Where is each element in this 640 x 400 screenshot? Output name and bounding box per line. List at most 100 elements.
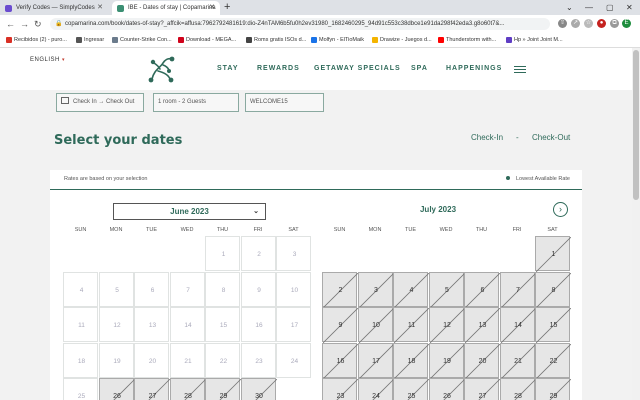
calendar-day-unavailable: 3 — [357, 271, 394, 308]
calendar-day[interactable]: 25 — [63, 378, 98, 400]
weekday-label: TUE — [405, 227, 416, 233]
calendar-day[interactable]: 14 — [169, 307, 205, 342]
day-number: 21 — [514, 357, 522, 365]
close-tab-icon[interactable]: ✕ — [97, 1, 103, 15]
calendar-day[interactable]: 17 — [276, 307, 311, 342]
day-number: 20 — [148, 357, 157, 365]
day-number: 27 — [478, 393, 487, 400]
extension-badge-icon[interactable]: ● — [597, 19, 606, 28]
bookmark-item[interactable]: Ingresar — [76, 33, 104, 48]
language-selector[interactable]: ENGLISH ▾ — [30, 57, 65, 63]
calendar-day-unavailable: 10 — [357, 307, 394, 343]
calendar-day-unavailable: 1 — [535, 236, 571, 272]
bookmark-item[interactable]: Roms gratis ISOs d... — [246, 33, 306, 48]
copamarina-favicon-icon — [117, 5, 124, 12]
calendar-day[interactable]: 3 — [276, 236, 311, 271]
calendar-day[interactable]: 9 — [240, 271, 276, 307]
nav-rewards[interactable]: REWARDS — [257, 65, 300, 72]
tab-title: Verify Codes — SimplyCodes — [16, 5, 95, 11]
day-number: 14 — [184, 322, 192, 329]
calendar-day[interactable]: 18 — [63, 342, 98, 378]
calendar-day[interactable]: 12 — [98, 307, 134, 342]
calendar-day[interactable]: 21 — [169, 342, 205, 378]
bookmark-item[interactable]: Molfyn - ElTioMaik — [311, 33, 364, 48]
lock-icon: 🔒 — [55, 21, 63, 27]
minimize-icon[interactable]: — — [585, 0, 593, 15]
calendar-day[interactable]: 13 — [134, 307, 169, 342]
nav-stay[interactable]: STAY — [217, 65, 239, 72]
day-number: 1 — [221, 251, 226, 258]
calendar-day[interactable]: 10 — [276, 271, 311, 307]
day-number: 7 — [516, 286, 520, 294]
calendar-day[interactable]: 2 — [240, 236, 276, 271]
calendar-day[interactable]: 11 — [63, 307, 98, 342]
calendar-day[interactable]: 22 — [205, 342, 240, 378]
forward-icon[interactable]: → — [20, 15, 29, 33]
day-number: 26 — [443, 393, 451, 400]
share-icon[interactable]: ↗ — [571, 19, 580, 28]
profile-avatar-icon[interactable]: E — [622, 19, 631, 28]
bookmark-favicon-icon — [506, 37, 512, 43]
calendar-day[interactable]: 23 — [240, 342, 276, 378]
calendar-day[interactable]: 16 — [240, 307, 276, 342]
month-select[interactable]: June 2023 ⌄ — [113, 203, 266, 220]
bookmark-item[interactable]: Thunderstorm with... — [438, 33, 496, 48]
calendar-day[interactable]: 19 — [98, 342, 134, 378]
calendar-day-unavailable: 2 — [322, 271, 358, 308]
calendar-day[interactable]: 24 — [276, 342, 311, 378]
bookmark-item[interactable]: Download - MEGA... — [178, 33, 236, 48]
browser-tab-copamarina[interactable]: IBE - Dates of stay | Copamarina ✕ — [112, 1, 220, 15]
scroll-thumb[interactable] — [633, 50, 639, 200]
calendar-day[interactable]: 4 — [63, 271, 98, 307]
puzzle-icon[interactable]: ⧉ — [610, 19, 619, 28]
day-number: 24 — [372, 393, 380, 400]
booking-bar: Check In → Check Out 1 room - 2 Guests W… — [0, 90, 632, 114]
calendar-day-unavailable: 27 — [464, 378, 500, 400]
bookmark-item[interactable]: Drawize - Juegos d... — [372, 33, 432, 48]
calendar-day[interactable]: 5 — [98, 271, 134, 307]
window-close-icon[interactable]: ✕ — [626, 0, 633, 15]
weekday-label: SUN — [333, 227, 346, 233]
bookmark-star-icon[interactable]: ☆ — [584, 19, 593, 28]
close-tab-icon[interactable]: ✕ — [209, 1, 215, 15]
promo-code-input[interactable]: WELCOME15 — [245, 93, 324, 112]
calendar-day[interactable]: 20 — [134, 342, 169, 378]
new-tab-button[interactable]: + — [224, 0, 230, 15]
calendar-day[interactable]: 6 — [134, 271, 169, 307]
calendar-day-unavailable: 27 — [134, 378, 170, 400]
reload-icon[interactable]: ↻ — [34, 15, 42, 33]
day-number: 28 — [514, 393, 522, 400]
calendar-day[interactable]: 15 — [205, 307, 240, 342]
calendar-day-unavailable: 15 — [535, 307, 571, 343]
calendar-day-unavailable: 30 — [240, 378, 277, 400]
bookmark-item[interactable]: Counter-Strike Con... — [112, 33, 172, 48]
menu-icon[interactable] — [514, 66, 526, 73]
dates-field[interactable]: Check In → Check Out — [56, 93, 144, 112]
weekday-label: THU — [216, 227, 229, 233]
tab-search-icon[interactable]: ⌄ — [566, 0, 573, 15]
maximize-icon[interactable]: ▢ — [606, 0, 614, 15]
calendar-day[interactable]: 7 — [169, 271, 205, 307]
rates-note: Rates are based on your selection — [64, 176, 148, 182]
url-input[interactable]: 🔒 copamarina.com/book/dates-of-stay?_aff… — [50, 18, 550, 30]
bookmark-item[interactable]: Hp » Joint Joint M... — [506, 33, 563, 48]
calendar-day[interactable]: 1 — [205, 236, 240, 271]
site-header: ENGLISH ▾ STAY REWARDS GETAWAY SPECIALS … — [0, 48, 632, 90]
weekday-label: WED — [180, 227, 194, 233]
day-number: 11 — [407, 322, 416, 329]
page-scrollbar[interactable] — [632, 48, 640, 400]
bookmark-item[interactable]: Recibidos (2) - puro... — [6, 33, 67, 48]
back-icon[interactable]: ← — [6, 15, 15, 33]
nav-happenings[interactable]: HAPPENINGS — [446, 65, 502, 72]
copamarina-logo[interactable] — [130, 48, 194, 90]
extension-icon[interactable]: ⇧ — [558, 19, 567, 28]
nav-getaway-specials[interactable]: GETAWAY SPECIALS — [314, 65, 401, 72]
calendar-day[interactable]: 8 — [205, 271, 240, 307]
weekday-label: SAT — [547, 227, 558, 233]
nav-spa[interactable]: SPA — [411, 65, 428, 72]
day-number: 13 — [148, 322, 157, 329]
next-month-button[interactable]: › — [553, 202, 568, 217]
browser-tab-simplycodes[interactable]: Verify Codes — SimplyCodes ✕ — [0, 1, 108, 15]
rooms-guests-field[interactable]: 1 room - 2 Guests — [153, 93, 239, 112]
day-number: 20 — [478, 357, 487, 365]
